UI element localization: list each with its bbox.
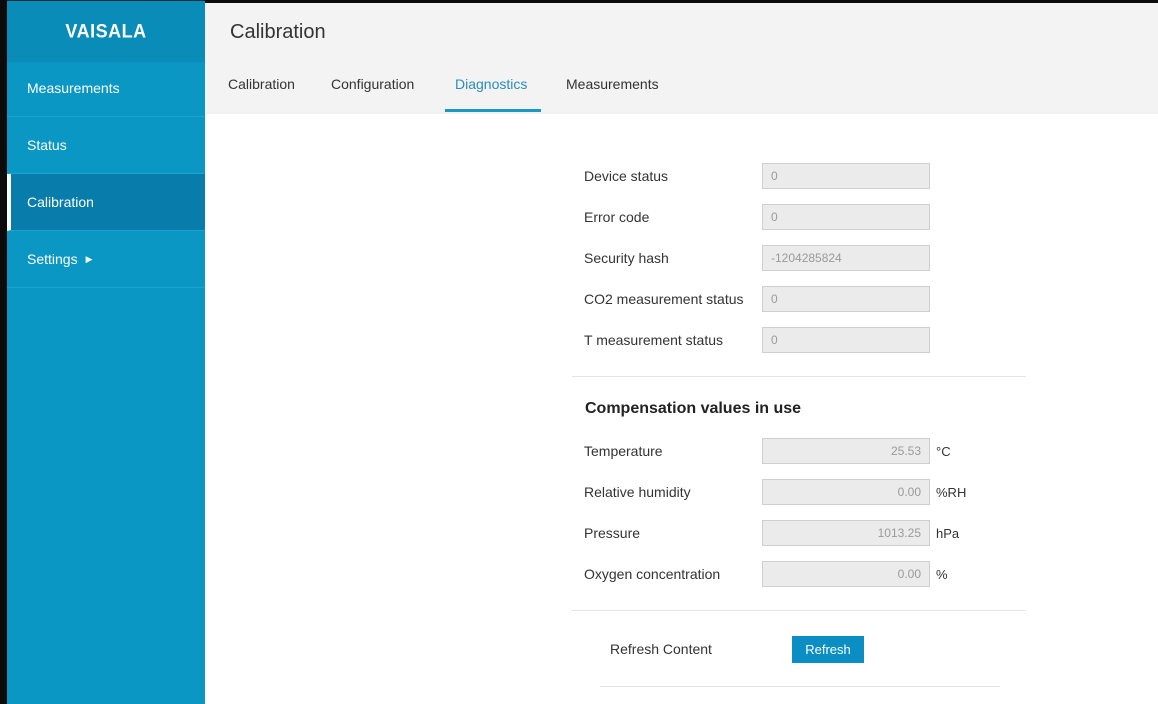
co2-status-label: CO2 measurement status — [584, 291, 744, 307]
pressure-unit: hPa — [936, 526, 960, 541]
temperature-field: 25.53 — [762, 438, 930, 464]
sidebar-item-label: Settings — [27, 251, 78, 267]
sidebar-item-calibration[interactable]: Calibration — [7, 174, 205, 231]
tab-measurements[interactable]: Measurements — [566, 59, 659, 114]
tab-diagnostics[interactable]: Diagnostics — [444, 59, 542, 114]
humidity-label: Relative humidity — [584, 484, 691, 500]
vaisala-logo: VAISALA — [7, 0, 205, 63]
refresh-button[interactable]: Refresh — [792, 636, 864, 663]
page-header: Calibration — [205, 3, 1158, 59]
tab-bar: Calibration Configuration Diagnostics Me… — [205, 59, 1158, 114]
chevron-right-icon: ▶ — [85, 253, 93, 264]
section-divider — [572, 610, 1026, 611]
humidity-field: 0.00 — [762, 479, 930, 505]
refresh-content-label: Refresh Content — [610, 641, 712, 657]
temperature-label: Temperature — [584, 443, 663, 459]
error-code-field: 0 — [762, 204, 930, 230]
section-divider — [600, 686, 1000, 687]
tab-calibration[interactable]: Calibration — [228, 59, 295, 114]
device-status-field: 0 — [762, 163, 930, 189]
t-status-field: 0 — [762, 327, 930, 353]
oxygen-label: Oxygen concentration — [584, 566, 721, 582]
sidebar: VAISALA Measurements Status Calibration … — [7, 0, 205, 704]
security-hash-label: Security hash — [584, 250, 669, 266]
temperature-unit: °C — [936, 444, 951, 459]
pressure-field: 1013.25 — [762, 520, 930, 546]
pressure-label: Pressure — [584, 525, 641, 541]
humidity-unit: %RH — [936, 485, 967, 500]
page-title: Calibration — [230, 21, 326, 43]
tab-configuration[interactable]: Configuration — [331, 59, 414, 114]
sidebar-item-measurements[interactable]: Measurements — [7, 60, 205, 117]
oxygen-field: 0.00 — [762, 561, 930, 587]
sidebar-item-label: Calibration — [27, 194, 94, 210]
error-code-label: Error code — [584, 209, 650, 225]
device-status-label: Device status — [584, 168, 669, 184]
window-frame-left — [0, 0, 7, 704]
oxygen-unit: % — [936, 567, 948, 582]
compensation-title: Compensation values in use — [585, 400, 802, 417]
security-hash-field: -1204285824 — [762, 245, 930, 271]
sidebar-item-label: Status — [27, 137, 67, 153]
t-status-label: T measurement status — [584, 332, 724, 348]
sidebar-item-settings[interactable]: Settings ▶ — [7, 231, 205, 288]
co2-status-field: 0 — [762, 286, 930, 312]
sidebar-item-label: Measurements — [27, 80, 120, 96]
section-divider — [572, 376, 1026, 377]
sidebar-item-status[interactable]: Status — [7, 117, 205, 174]
